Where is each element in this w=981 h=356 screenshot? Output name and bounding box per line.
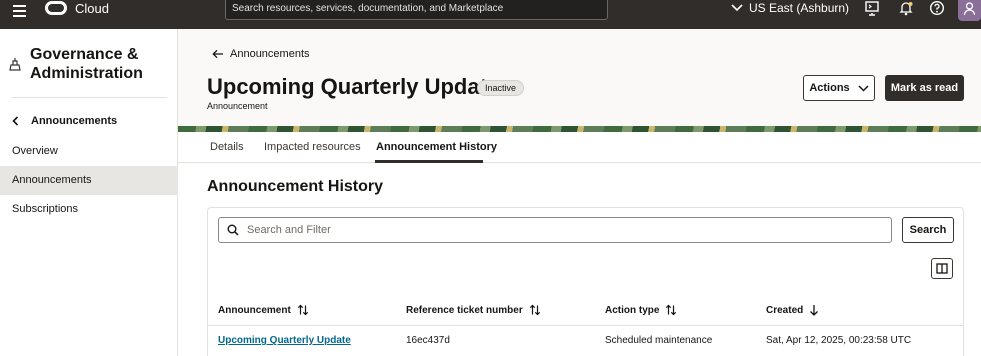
search-filter-input[interactable]: Search and Filter (218, 217, 892, 243)
search-filter-placeholder: Search and Filter (247, 224, 331, 236)
search-icon (227, 224, 239, 236)
actions-label: Actions (809, 82, 850, 94)
top-bar: Cloud Search resources, services, docume… (0, 0, 981, 29)
oracle-logo-icon[interactable] (45, 1, 67, 15)
sidebar-divider (12, 97, 167, 98)
tab-bar: Details Impacted resources Announcement … (178, 132, 981, 163)
tab-impacted-resources[interactable]: Impacted resources (264, 141, 361, 153)
column-header-label: Created (766, 304, 804, 316)
region-selector[interactable]: US East (Ashburn) (731, 1, 849, 15)
sort-icon (529, 304, 540, 316)
user-icon (963, 2, 976, 16)
column-header-label: Action type (605, 304, 660, 316)
tab-announcement-history[interactable]: Announcement History (376, 141, 497, 153)
sort-icon (666, 304, 677, 316)
status-badge: Inactive (477, 80, 525, 96)
columns-icon (936, 263, 948, 274)
mark-as-read-button[interactable]: Mark as read (885, 75, 964, 101)
column-header-label: Reference ticket number (406, 304, 523, 316)
column-header-announcement[interactable]: Announcement (218, 304, 309, 316)
actions-menu-button[interactable]: Actions (803, 75, 875, 101)
chevron-down-icon (731, 4, 743, 12)
section-title: Announcement History (207, 178, 384, 195)
sidebar-item-subscriptions[interactable]: Subscriptions (0, 195, 178, 224)
page-header: Announcements Upcoming Quarterly Update … (178, 29, 981, 126)
chevron-left-icon (12, 116, 19, 126)
page-subtitle: Announcement (207, 101, 268, 111)
global-search-input[interactable]: Search resources, services, documentatio… (225, 0, 608, 20)
table-header-divider (208, 325, 963, 326)
notification-bell-icon[interactable] (898, 0, 914, 16)
breadcrumb[interactable]: Announcements (212, 48, 310, 60)
help-icon[interactable] (929, 0, 945, 16)
sidebar-title: Governance & Administration (30, 46, 143, 82)
sort-icon (297, 304, 308, 316)
governance-icon (9, 58, 21, 71)
hamburger-menu-icon[interactable] (12, 2, 28, 18)
column-header-ticket[interactable]: Reference ticket number (406, 304, 541, 316)
search-button[interactable]: Search (902, 217, 954, 243)
sidebar-back-label: Announcements (31, 115, 118, 127)
sidebar-item-overview[interactable]: Overview (0, 137, 178, 166)
tab-details[interactable]: Details (210, 141, 244, 153)
sidebar-item-announcements[interactable]: Announcements (0, 166, 178, 195)
sidebar: Governance & Administration Announcement… (0, 29, 178, 356)
brand-name[interactable]: Cloud (75, 1, 109, 16)
column-header-label: Announcement (218, 304, 291, 316)
region-label: US East (Ashburn) (749, 1, 850, 15)
column-header-action-type[interactable]: Action type (605, 304, 677, 316)
cloud-shell-icon[interactable] (864, 0, 880, 16)
sidebar-back-link[interactable]: Announcements (12, 115, 117, 127)
sort-descending-icon (810, 305, 819, 316)
user-avatar[interactable] (958, 0, 981, 21)
arrow-left-icon (212, 49, 223, 59)
ticket-number-cell: 16ec437d (406, 335, 450, 346)
chevron-down-icon (858, 84, 869, 92)
breadcrumb-label: Announcements (230, 48, 310, 60)
created-date-cell: Sat, Apr 12, 2025, 00:23:58 UTC (766, 335, 912, 346)
active-tab-indicator (375, 160, 483, 163)
column-header-created[interactable]: Created (766, 304, 819, 316)
page-title: Upcoming Quarterly Update (207, 74, 500, 99)
manage-columns-button[interactable] (931, 258, 953, 279)
action-type-cell: Scheduled maintenance (605, 335, 713, 346)
announcement-link[interactable]: Upcoming Quarterly Update (218, 335, 351, 346)
